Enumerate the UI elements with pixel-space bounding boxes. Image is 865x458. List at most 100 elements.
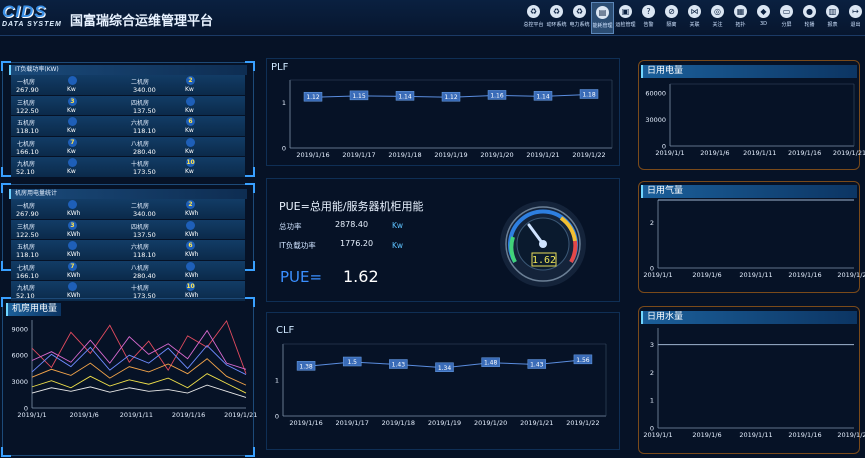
nav-label: 退出 (850, 22, 861, 28)
screen-icon: ▭ (780, 5, 793, 18)
app-title: 国富瑞综合运维管理平台 (70, 14, 214, 29)
data-label: 1.43 (530, 362, 544, 369)
unit-label: Kw (67, 147, 76, 155)
room-value: 118.10 (133, 251, 156, 259)
x-tick-label: 2019/1/11 (743, 149, 776, 157)
y-tick-label: 60000 (645, 89, 666, 97)
room-name: 四机房 (131, 99, 150, 107)
room-icon (186, 220, 195, 230)
nav-item[interactable]: ⊘ 隔离 (660, 2, 683, 34)
room-value: 166.10 (16, 271, 39, 280)
y-tick-label: 30000 (645, 116, 666, 124)
unit-label: Kw (67, 86, 76, 93)
nav-label: 电力系统 (569, 22, 590, 28)
nav-item[interactable]: ▥ 报表 (821, 2, 844, 34)
nav-item[interactable]: ● 轮播 (798, 2, 821, 34)
room-icon (186, 96, 195, 106)
data-label: 1.34 (438, 365, 452, 372)
x-tick-label: 2019/1/11 (739, 271, 772, 279)
room-value: 280.40 (133, 147, 156, 156)
x-tick-label: 2019/1/21 (837, 431, 865, 439)
unit-label: Kw (185, 106, 194, 114)
data-label: 1.5 (347, 359, 357, 366)
x-tick-label: 2019/1/6 (70, 411, 99, 419)
nav-item[interactable]: ▦ 拓扑 (729, 2, 752, 34)
nav-item[interactable]: ▭ 分屏 (775, 2, 798, 34)
nav-item[interactable]: ♻ 动环系统 (545, 2, 568, 34)
x-tick-label: 2019/1/21 (833, 149, 865, 157)
unit-label: KWh (67, 210, 81, 217)
gauge-hub (539, 240, 547, 248)
nav-item[interactable]: ▤ 能耗管理 (591, 2, 614, 34)
nav-item[interactable]: ◎ 关注 (706, 2, 729, 34)
table-row: 三机房 122.50 3 Kw 四机房 137.50 Kw (11, 95, 245, 115)
nav-item[interactable]: ◆ 3D (752, 2, 775, 34)
nav-item[interactable]: ↦ 退出 (844, 2, 865, 34)
unit-label: KWh (67, 230, 81, 238)
data-label: 1.12 (444, 94, 458, 101)
room-name: 二机房 (131, 203, 150, 210)
data-label: 1.14 (398, 93, 412, 100)
unit-label: KWh (185, 251, 199, 258)
data-label: 1.38 (299, 363, 313, 370)
x-tick-label: 2019/1/1 (643, 431, 672, 439)
x-tick-label: 2019/1/16 (788, 149, 821, 157)
x-tick-label: 2019/1/21 (526, 151, 559, 159)
nav-label: 分屏 (781, 22, 792, 28)
bar-chart-icon: ▤ (596, 6, 609, 19)
x-tick-label: 2019/1/18 (382, 419, 415, 427)
room-name: 一机房 (17, 203, 36, 210)
x-tick-label: 2019/1/17 (342, 151, 375, 159)
grid-icon: ▦ (734, 5, 747, 18)
it-load-title: IT负载功率(KW) (9, 65, 247, 75)
room-icon: 10 (186, 158, 195, 167)
daily-power-chart: 030000600002019/1/1 2019/1/6 2019/1/11 2019… (645, 83, 865, 157)
nav-item[interactable]: ? 告警 (637, 2, 660, 34)
total-power-value: 2878.40 (335, 220, 369, 229)
nav-item[interactable]: ⋈ 关联 (683, 2, 706, 34)
x-tick-label: 2019/1/16 (296, 151, 329, 159)
y-tick-label: 1 (650, 397, 654, 405)
nav-label: 拓扑 (735, 22, 746, 28)
room-icon: 2 (186, 76, 195, 85)
nav-item[interactable]: ▣ 运检管理 (614, 2, 637, 34)
room-name: 十机房 (131, 285, 150, 292)
room-power-trend-title: 机房用电量 (6, 303, 62, 316)
room-icon (68, 241, 77, 250)
room-name: 十机房 (131, 161, 150, 168)
x-tick-label: 2019/1/20 (474, 419, 507, 427)
room-icon: 2 (186, 200, 195, 209)
x-tick-label: 2019/1/1 (655, 149, 684, 157)
nav-label: 能耗管理 (592, 23, 613, 29)
x-tick-label: 2019/1/16 (289, 419, 322, 427)
room-icon (68, 158, 77, 167)
doc-icon: ▥ (826, 5, 839, 18)
room-name: 五机房 (17, 120, 36, 127)
unit-label: Kw (67, 106, 76, 114)
unit-label: Kw (185, 147, 194, 155)
room-icon: 6 (186, 117, 195, 126)
x-tick-label: 2019/1/6 (700, 149, 729, 157)
x-tick-label: 2019/1/20 (480, 151, 513, 159)
pue-gauge: 1.62 (500, 201, 586, 287)
room-value: 122.50 (16, 106, 39, 115)
nav-item[interactable]: ♻ 电力系统 (568, 2, 591, 34)
nav-label: 运检管理 (615, 22, 636, 28)
room-name: 六机房 (131, 244, 150, 251)
table-row: 七机房 166.10 7 KWh 八机房 280.40 KWh (11, 260, 245, 280)
y-tick-label: 3 (650, 341, 654, 349)
unit-label: KWh (185, 271, 199, 279)
corner-decoration (245, 261, 255, 271)
room-value: 122.50 (16, 230, 39, 239)
unit-label: KWh (67, 271, 81, 279)
y-tick-label: 1 (275, 377, 279, 385)
data-label: 1.48 (484, 360, 498, 367)
y-tick-label: 0 (282, 145, 286, 153)
room-name: 五机房 (17, 244, 36, 251)
nav-item[interactable]: ♻ 总控平台 (522, 2, 545, 34)
unit-label: Kw (185, 168, 194, 175)
series-line (31, 329, 247, 370)
app-header: CIDS DATA SYSTEM 国富瑞综合运维管理平台 ♻ 总控平台 ♻ 动环系统 ♻… (0, 0, 865, 36)
x-tick-label: 2019/1/16 (788, 271, 821, 279)
nav-label: 总控平台 (523, 22, 544, 28)
